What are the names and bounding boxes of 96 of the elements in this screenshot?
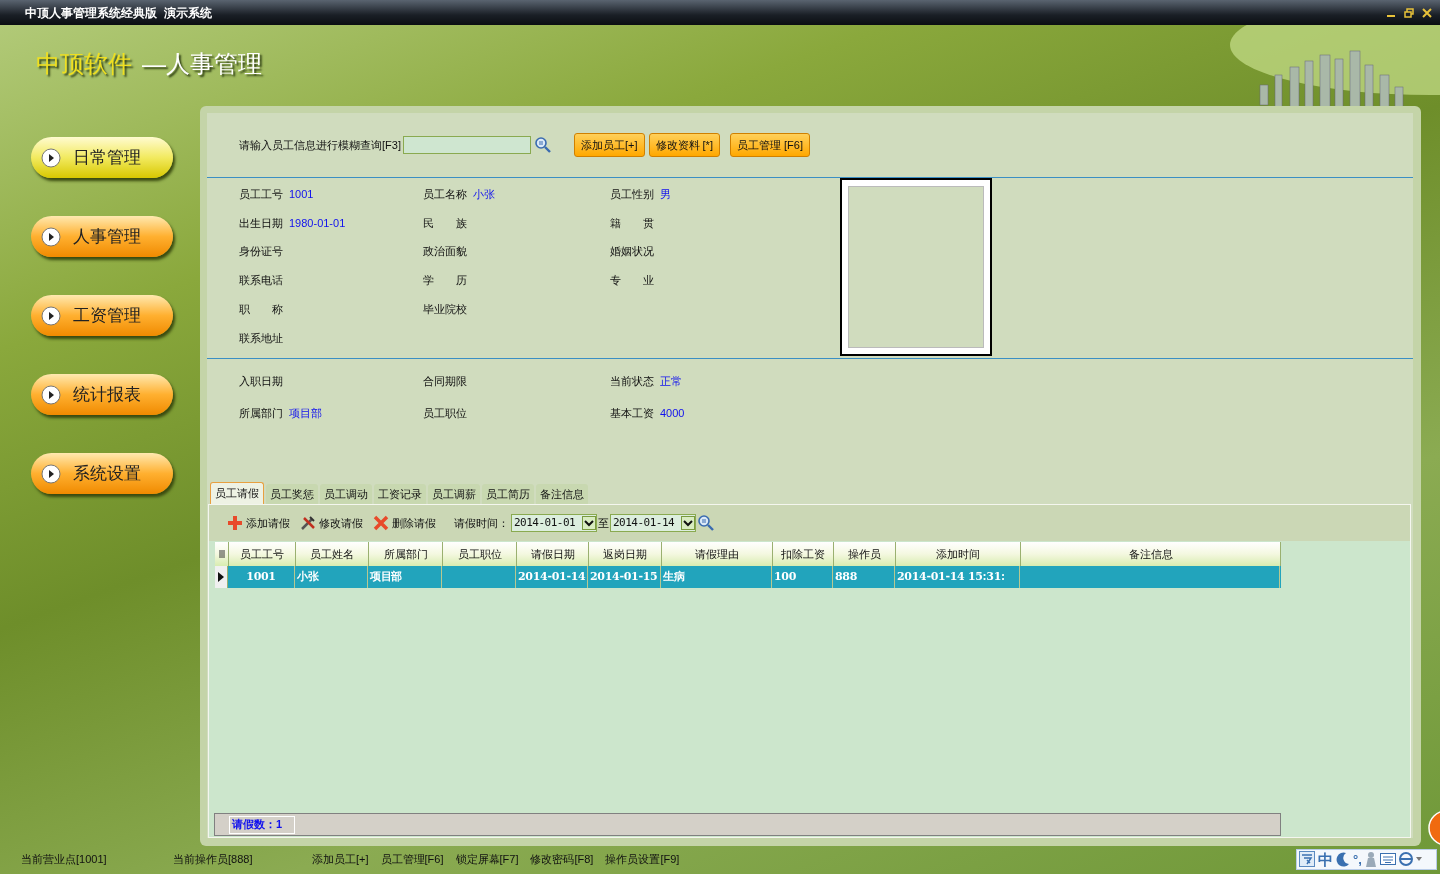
table-cell-text: 小张 [297, 568, 319, 585]
orb-icon[interactable] [1428, 810, 1440, 846]
nav-button[interactable]: 系统设置 [31, 453, 173, 494]
range-separator: 至 [598, 515, 609, 531]
table-cell-text: 2014-01-14 [518, 568, 586, 585]
ime-punctuation[interactable]: °, [1353, 852, 1362, 866]
keyboard-icon[interactable] [1379, 852, 1396, 866]
search-icon[interactable] [697, 514, 715, 532]
status-text: 当前营业点[1001] [21, 851, 108, 867]
shortcut-link[interactable]: 修改密码[F8] [530, 850, 594, 868]
toolbar-button[interactable]: 修改请假 [300, 514, 363, 532]
app-title: —人事管理 [142, 49, 262, 79]
field-label: 联系地址 [239, 330, 283, 346]
table-cell-text: 100 [774, 568, 797, 585]
tab[interactable]: 员工请假 [210, 482, 264, 504]
play-icon [41, 226, 61, 247]
field-label: 员工性别 [610, 186, 654, 202]
ime-mode[interactable]: 中 [1318, 851, 1333, 867]
tools-icon [300, 515, 316, 531]
table-cell-text: 项目部 [370, 568, 403, 585]
field-value: 4000 [660, 405, 685, 421]
shortcut-link[interactable]: 添加员工[+] [312, 850, 369, 868]
field-label: 学 历 [423, 273, 467, 289]
field-label: 员工职位 [423, 405, 467, 421]
plus-icon [227, 515, 243, 531]
action-button[interactable]: 员工管理 [F6] [729, 133, 810, 157]
table-cell-text: 生病 [663, 568, 685, 585]
search-label: 请输入员工信息进行模糊查询[F3] [239, 137, 401, 153]
field-label: 合同期限 [423, 373, 467, 389]
tab[interactable]: 员工调动 [320, 484, 372, 504]
field-label: 员工工号 [239, 186, 283, 202]
field-value: 项目部 [289, 405, 322, 421]
cross-icon [373, 515, 389, 531]
row-pointer-icon [218, 572, 224, 582]
browser-icon[interactable] [1398, 852, 1413, 866]
ime-logo-icon[interactable] [1299, 851, 1315, 867]
search-field[interactable] [402, 136, 531, 154]
record-count: 请假数：1 [229, 815, 295, 834]
field-label: 所属部门 [239, 405, 283, 421]
action-button[interactable]: 修改资料 [*] [648, 133, 720, 157]
field-value: 1980-01-01 [289, 215, 346, 231]
field-value: 正常 [660, 373, 682, 389]
shortcut-link[interactable]: 操作员设置[F9] [605, 850, 680, 868]
field-label: 基本工资 [610, 405, 654, 421]
shortcut-link[interactable]: 锁定屏幕[F7] [455, 850, 519, 868]
person-icon[interactable] [1364, 851, 1377, 867]
field-label: 婚姻状况 [610, 244, 654, 260]
search-icon[interactable] [533, 136, 552, 154]
table-cell-text: 2014-01-15 [590, 568, 658, 585]
table-cell-text: 2014-01-14 15:31: [897, 568, 1005, 585]
field-value: 男 [660, 186, 671, 202]
restore-icon[interactable] [1404, 7, 1414, 18]
chevron-down-icon [582, 516, 596, 530]
date-picker[interactable]: 2014-01-14 [610, 514, 696, 532]
field-label: 职 称 [239, 301, 283, 317]
moon-icon[interactable] [1336, 851, 1350, 867]
brand-name: 中顶软件 [36, 49, 132, 79]
caret-icon[interactable] [1415, 857, 1422, 861]
nav-button[interactable]: 工资管理 [31, 295, 173, 336]
field-label: 民 族 [423, 215, 467, 231]
field-label: 籍 贯 [610, 215, 654, 231]
field-label: 当前状态 [610, 373, 654, 389]
field-value: 小张 [473, 186, 495, 202]
window-title: 中顶人事管理系统经典版 演示系统 [24, 4, 212, 22]
field-label: 出生日期 [239, 215, 283, 231]
nav-button[interactable]: 日常管理 [31, 137, 173, 178]
field-value: 1001 [289, 186, 314, 202]
shortcut-link[interactable]: 员工管理[F6] [380, 850, 444, 868]
toolbar-button[interactable]: 删除请假 [373, 514, 436, 532]
chevron-down-icon [681, 516, 695, 530]
field-label: 联系电话 [239, 273, 283, 289]
tab[interactable]: 员工奖惩 [266, 484, 318, 504]
field-label: 政治面貌 [423, 244, 467, 260]
table-cell-text: 1001 [246, 568, 276, 585]
tab[interactable]: 员工调薪 [428, 484, 480, 504]
play-icon [41, 305, 61, 326]
action-button[interactable]: 添加员工[+] [573, 133, 645, 157]
play-icon [41, 147, 61, 168]
date-picker[interactable]: 2014-01-01 [511, 514, 597, 532]
field-label: 员工名称 [423, 186, 467, 202]
filter-label: 请假时间： [454, 515, 509, 531]
field-label: 身份证号 [239, 244, 283, 260]
field-label: 入职日期 [239, 373, 283, 389]
toolbar-button[interactable]: 添加请假 [227, 514, 290, 532]
play-icon [41, 384, 61, 405]
tab[interactable]: 工资记录 [374, 484, 426, 504]
nav-button[interactable]: 统计报表 [31, 374, 173, 415]
field-label: 专 业 [610, 273, 654, 289]
field-label: 毕业院校 [423, 301, 467, 317]
close-icon[interactable] [1422, 7, 1432, 18]
status-text: 当前操作员[888] [173, 851, 254, 867]
tab[interactable]: 员工简历 [482, 484, 534, 504]
tab[interactable]: 备注信息 [536, 484, 588, 504]
table-cell-text: 888 [835, 568, 858, 585]
nav-button[interactable]: 人事管理 [31, 216, 173, 257]
play-icon [41, 463, 61, 484]
